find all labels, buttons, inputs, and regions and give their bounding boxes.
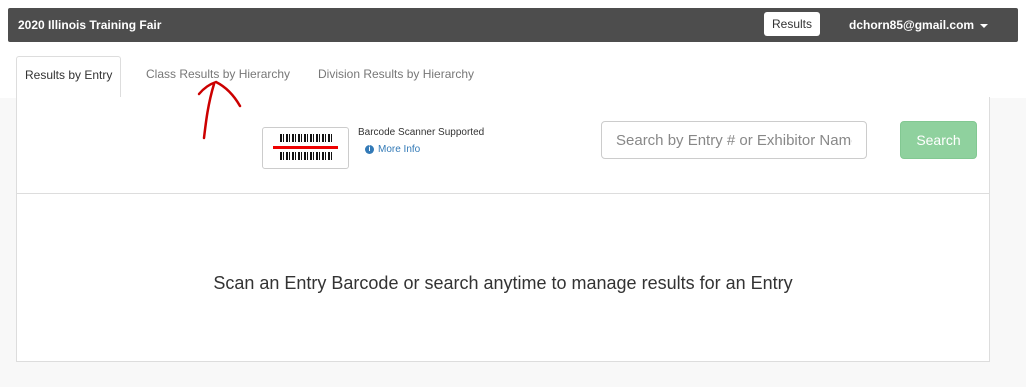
tab-results-by-entry[interactable]: Results by Entry — [16, 56, 122, 99]
brand-title[interactable]: 2020 Illinois Training Fair — [18, 8, 161, 42]
caret-down-icon — [980, 23, 989, 28]
more-info-label: More Info — [378, 144, 421, 155]
barcode-bars-top — [280, 134, 332, 142]
navbar: 2020 Illinois Training Fair Results dcho… — [8, 8, 1018, 42]
user-menu[interactable]: dchorn85@gmail.com — [849, 8, 989, 42]
scanner-supported-label: Barcode Scanner Supported — [358, 127, 485, 138]
search-button[interactable]: Search — [900, 121, 977, 159]
barcode-bars-bottom — [280, 152, 332, 160]
tab-bar: Results by Entry Class Results by Hierar… — [0, 50, 1026, 99]
empty-state-message: Scan an Entry Barcode or search anytime … — [213, 273, 793, 293]
results-button[interactable]: Results — [764, 12, 820, 36]
results-panel: Barcode Scanner Supported i More Info Sea… — [16, 97, 990, 362]
search-input[interactable] — [601, 121, 867, 159]
top-bar: 2020 Illinois Training Fair Results dcho… — [0, 0, 1026, 50]
user-email: dchorn85@gmail.com — [849, 18, 975, 32]
barcode-icon — [262, 127, 349, 169]
tab-division-results-by-hierarchy[interactable]: Division Results by Hierarchy — [310, 56, 482, 97]
red-arrow-annotation — [197, 80, 242, 140]
info-icon: i — [365, 144, 374, 154]
barcode-scan-line — [273, 146, 338, 149]
more-info-link[interactable]: i More Info — [365, 144, 420, 155]
panel-divider — [17, 193, 989, 194]
